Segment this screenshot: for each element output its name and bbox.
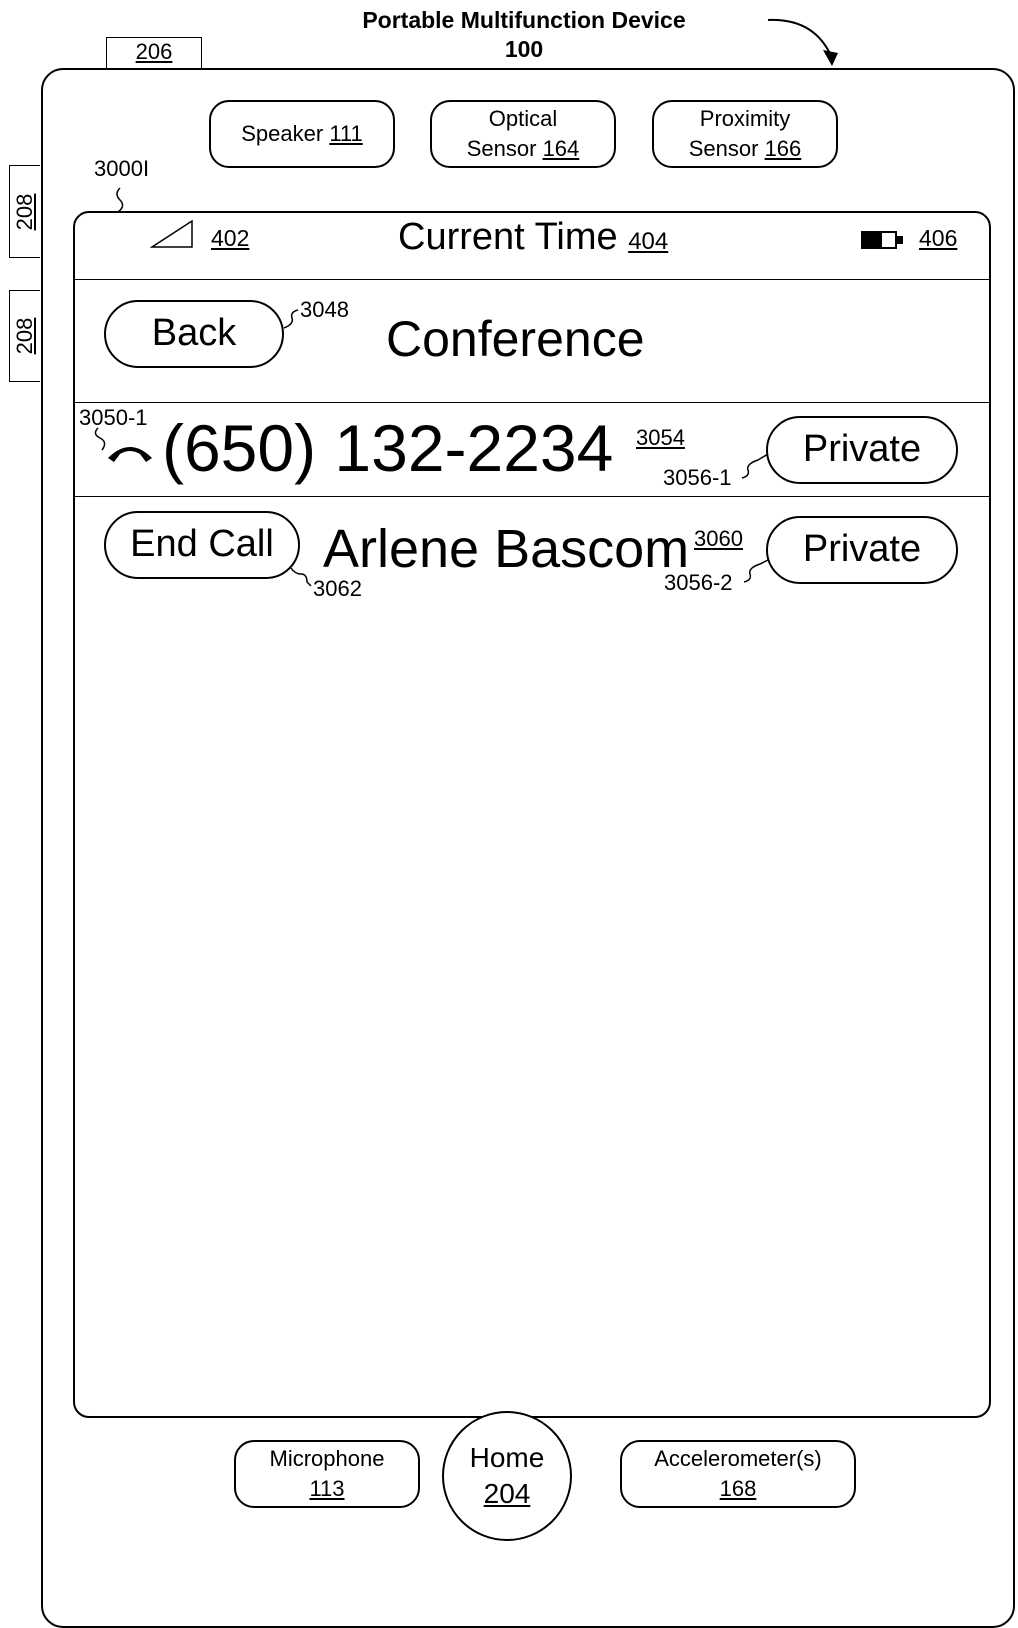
home-label: Home xyxy=(469,1442,545,1473)
microphone-box: Microphone 113 xyxy=(234,1440,420,1508)
microphone-label: Microphone xyxy=(269,1446,385,1471)
leader-lines xyxy=(94,187,769,587)
home-ref: 204 xyxy=(483,1478,531,1509)
home-button[interactable]: Home 204 xyxy=(442,1411,572,1541)
microphone-ref: 113 xyxy=(309,1476,345,1501)
accelerometer-label: Accelerometer(s) xyxy=(654,1446,822,1471)
accelerometer-box: Accelerometer(s) 168 xyxy=(620,1440,856,1508)
accelerometer-ref: 168 xyxy=(719,1476,757,1501)
